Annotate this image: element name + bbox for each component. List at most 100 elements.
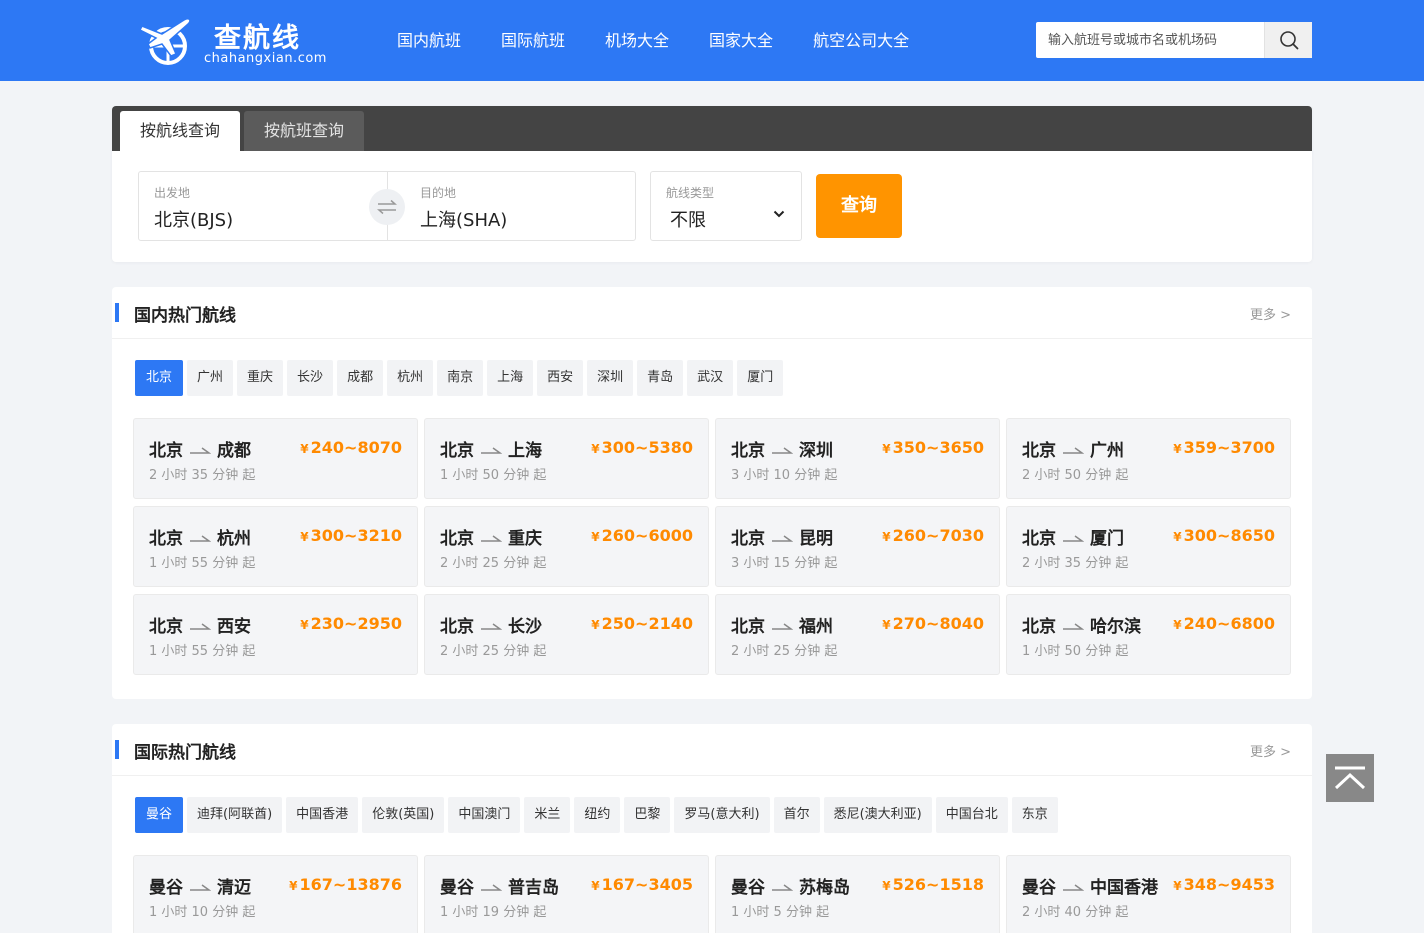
city-tab[interactable]: 曼谷	[135, 797, 184, 833]
price-value: 250~2140	[601, 614, 693, 633]
city-tab[interactable]: 首尔	[773, 797, 820, 833]
route-card[interactable]: 曼谷 清迈 ¥167~13876 1 小时 10 分钟 起	[133, 855, 418, 933]
city-tab[interactable]: 巴黎	[624, 797, 671, 833]
price-value: 350~3650	[892, 438, 984, 457]
nav-airlines[interactable]: 航空公司大全	[793, 0, 929, 81]
query-button[interactable]: 查询	[816, 174, 902, 238]
route-card[interactable]: 北京 杭州 ¥300~3210 1 小时 55 分钟 起	[133, 506, 418, 587]
currency-symbol: ¥	[591, 442, 600, 456]
city-tab[interactable]: 米兰	[524, 797, 571, 833]
section-header: 国际热门航线 更多 >	[112, 724, 1312, 776]
origin-city: 曼谷	[731, 878, 765, 898]
route-cities: 北京 哈尔滨	[1022, 612, 1141, 637]
price-value: 300~3210	[310, 526, 402, 545]
city-tab[interactable]: 杭州	[387, 360, 434, 396]
route-arrow-icon	[1062, 876, 1085, 896]
route-arrow-icon	[771, 615, 794, 635]
route-card[interactable]: 北京 昆明 ¥260~7030 3 小时 15 分钟 起	[715, 506, 1000, 587]
nav-airports[interactable]: 机场大全	[585, 0, 689, 81]
flight-duration: 2 小时 25 分钟 起	[440, 556, 547, 571]
origin-city: 北京	[440, 617, 474, 637]
city-tab[interactable]: 罗马(意大利)	[674, 797, 770, 833]
city-tab[interactable]: 广州	[187, 360, 234, 396]
nav-countries[interactable]: 国家大全	[689, 0, 793, 81]
city-tab[interactable]: 青岛	[637, 360, 684, 396]
destination-city: 成都	[217, 441, 251, 461]
nav-domestic-flights[interactable]: 国内航班	[377, 0, 481, 81]
origin-city: 曼谷	[1022, 878, 1056, 898]
route-cities: 北京 杭州	[149, 524, 251, 549]
route-card[interactable]: 曼谷 普吉岛 ¥167~3405 1 小时 19 分钟 起	[424, 855, 709, 933]
route-card[interactable]: 北京 深圳 ¥350~3650 3 小时 10 分钟 起	[715, 418, 1000, 499]
back-to-top-button[interactable]	[1326, 754, 1374, 802]
tab-by-flight[interactable]: 按航班查询	[244, 111, 364, 151]
city-tab[interactable]: 中国澳门	[448, 797, 521, 833]
city-tab[interactable]: 迪拜(阿联酋)	[187, 797, 283, 833]
route-card[interactable]: 北京 上海 ¥300~5380 1 小时 50 分钟 起	[424, 418, 709, 499]
flight-duration: 2 小时 35 分钟 起	[149, 468, 256, 483]
route-card[interactable]: 曼谷 中国香港 ¥348~9453 2 小时 40 分钟 起	[1006, 855, 1291, 933]
destination-city: 西安	[217, 617, 251, 637]
flight-duration: 1 小时 19 分钟 起	[440, 905, 547, 920]
currency-symbol: ¥	[591, 530, 600, 544]
route-card[interactable]: 北京 西安 ¥230~2950 1 小时 55 分钟 起	[133, 594, 418, 675]
origin-label: 出发地	[154, 186, 191, 200]
city-tab[interactable]: 纽约	[574, 797, 621, 833]
city-tab[interactable]: 伦敦(英国)	[362, 797, 445, 833]
city-tab[interactable]: 南京	[437, 360, 484, 396]
route-arrow-icon	[1062, 615, 1085, 635]
city-tab[interactable]: 深圳	[587, 360, 634, 396]
section-accent-bar	[115, 303, 119, 322]
route-type-select[interactable]: 航线类型 不限	[650, 171, 802, 241]
destination-city: 厦门	[1090, 529, 1124, 549]
domestic-hot-routes: 国内热门航线 更多 > 北京 广州 重庆 长沙 成都 杭州 南京 上海 西安 深圳 青岛 武汉 厦门 北…	[112, 287, 1312, 699]
city-tab[interactable]: 上海	[487, 360, 534, 396]
search-button[interactable]	[1264, 22, 1312, 58]
currency-symbol: ¥	[591, 618, 600, 632]
destination-field[interactable]: 目的地 上海(SHA)	[388, 172, 635, 240]
route-card[interactable]: 曼谷 苏梅岛 ¥526~1518 1 小时 5 分钟 起	[715, 855, 1000, 933]
origin-value: 北京(BJS)	[154, 210, 234, 231]
origin-field[interactable]: 出发地 北京(BJS)	[139, 172, 387, 240]
price-value: 240~8070	[310, 438, 402, 457]
origin-city: 北京	[440, 441, 474, 461]
search-input[interactable]	[1036, 22, 1264, 58]
city-tab[interactable]: 武汉	[687, 360, 734, 396]
route-card[interactable]: 北京 重庆 ¥260~6000 2 小时 25 分钟 起	[424, 506, 709, 587]
brand-name: 查航线	[214, 23, 301, 54]
route-cities: 曼谷 苏梅岛	[731, 873, 850, 898]
currency-symbol: ¥	[289, 879, 298, 893]
route-card[interactable]: 北京 广州 ¥359~3700 2 小时 50 分钟 起	[1006, 418, 1291, 499]
route-card[interactable]: 北京 福州 ¥270~8040 2 小时 25 分钟 起	[715, 594, 1000, 675]
destination-city: 昆明	[799, 529, 833, 549]
route-arrow-icon	[480, 876, 503, 896]
route-cities: 曼谷 普吉岛	[440, 873, 559, 898]
route-card[interactable]: 北京 成都 ¥240~8070 2 小时 35 分钟 起	[133, 418, 418, 499]
swap-icon	[377, 199, 397, 215]
nav-international-flights[interactable]: 国际航班	[481, 0, 585, 81]
flight-duration: 2 小时 40 分钟 起	[1022, 905, 1129, 920]
flight-duration: 1 小时 10 分钟 起	[149, 905, 256, 920]
route-card[interactable]: 北京 哈尔滨 ¥240~6800 1 小时 50 分钟 起	[1006, 594, 1291, 675]
city-tab[interactable]: 重庆	[237, 360, 284, 396]
route-card[interactable]: 北京 长沙 ¥250~2140 2 小时 25 分钟 起	[424, 594, 709, 675]
route-card[interactable]: 北京 厦门 ¥300~8650 2 小时 35 分钟 起	[1006, 506, 1291, 587]
swap-button[interactable]	[369, 189, 405, 225]
city-tab[interactable]: 北京	[135, 360, 184, 396]
city-tab[interactable]: 西安	[537, 360, 584, 396]
city-tab[interactable]: 成都	[337, 360, 384, 396]
site-logo[interactable]: 查航线 chahangxian.com	[140, 14, 340, 68]
tab-by-route[interactable]: 按航线查询	[120, 111, 240, 151]
city-tab[interactable]: 东京	[1011, 797, 1058, 833]
flight-duration: 3 小时 10 分钟 起	[731, 468, 838, 483]
route-cities: 北京 成都	[149, 436, 251, 461]
price-value: 260~7030	[892, 526, 984, 545]
more-link[interactable]: 更多 >	[1250, 741, 1291, 760]
city-tab[interactable]: 悉尼(澳大利亚)	[823, 797, 932, 833]
more-link[interactable]: 更多 >	[1250, 304, 1291, 323]
city-tab[interactable]: 长沙	[287, 360, 334, 396]
destination-city: 哈尔滨	[1090, 617, 1141, 637]
city-tab[interactable]: 中国香港	[286, 797, 359, 833]
city-tab[interactable]: 中国台北	[935, 797, 1008, 833]
city-tab[interactable]: 厦门	[737, 360, 784, 396]
